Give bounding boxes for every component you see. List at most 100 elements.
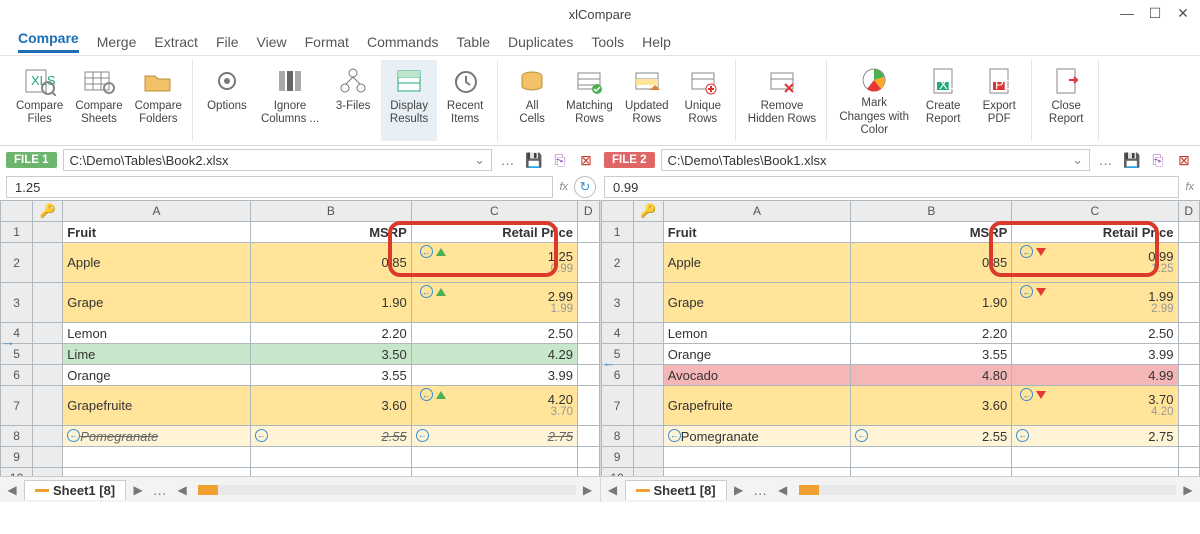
- ribbon-match-button[interactable]: Matching Rows: [560, 60, 619, 141]
- column-header[interactable]: C: [411, 201, 577, 222]
- sheet-tab[interactable]: Sheet1 [8]: [24, 480, 126, 500]
- maximize-button[interactable]: ☐: [1144, 4, 1166, 22]
- scroll-left-button[interactable]: ◀: [174, 483, 190, 497]
- table-row[interactable]: 8← Pomegranate← 2.55← 2.75: [601, 426, 1200, 447]
- ribbon-close-report-button[interactable]: Close Report: [1038, 60, 1094, 141]
- column-header[interactable]: C: [1012, 201, 1178, 222]
- table-row[interactable]: 5Orange3.553.99: [601, 344, 1200, 365]
- column-header[interactable]: D: [578, 201, 599, 222]
- column-header[interactable]: B: [250, 201, 411, 222]
- fx-icon[interactable]: fx: [559, 181, 568, 193]
- ribbon-3files-button[interactable]: 3-Files: [325, 60, 381, 141]
- menu-merge[interactable]: Merge: [97, 34, 137, 50]
- file1-save-icon[interactable]: 💾: [524, 150, 544, 170]
- table-row[interactable]: 3Grape1.90←1.992.99: [601, 283, 1200, 323]
- table-row[interactable]: 9: [601, 447, 1200, 468]
- column-header[interactable]: A: [663, 201, 851, 222]
- sheet-more-button[interactable]: …: [751, 480, 771, 500]
- change-arrow-icon: ←: [420, 245, 433, 258]
- ribbon-unique-button[interactable]: Unique Rows: [675, 60, 731, 141]
- color-icon: [857, 64, 891, 95]
- sheet-next-button[interactable]: ▶: [731, 483, 747, 497]
- file2-more-button[interactable]: …: [1096, 150, 1116, 170]
- fx-icon[interactable]: fx: [1185, 181, 1194, 193]
- ribbon-folders-button[interactable]: Compare Folders: [129, 60, 188, 141]
- increase-icon: [436, 288, 446, 296]
- row-arrow-icon[interactable]: ←: [603, 355, 616, 370]
- horizontal-scrollbar[interactable]: [799, 485, 1176, 495]
- file2-close-icon[interactable]: ⊠: [1174, 150, 1194, 170]
- ribbon-report-xls-button[interactable]: XLSCreate Report: [915, 60, 971, 141]
- file2-save-icon[interactable]: 💾: [1122, 150, 1142, 170]
- key-icon: 🔑: [40, 203, 56, 218]
- ribbon-report-pdf-button[interactable]: PDFExport PDF: [971, 60, 1027, 141]
- table-row[interactable]: 6Orange3.553.99: [1, 365, 600, 386]
- file2-path-input[interactable]: C:\Demo\Tables\Book1.xlsx ⌄: [661, 149, 1090, 171]
- ribbon-sheets-button[interactable]: Compare Sheets: [69, 60, 128, 141]
- ribbon-allcells-button[interactable]: All Cells: [504, 60, 560, 141]
- scroll-left-button[interactable]: ◀: [775, 483, 791, 497]
- menu-tools[interactable]: Tools: [591, 34, 624, 50]
- formula-bar-left[interactable]: 1.25: [6, 176, 553, 198]
- key-icon: 🔑: [640, 203, 656, 218]
- table-row[interactable]: 10: [601, 468, 1200, 477]
- ribbon-updated-button[interactable]: Updated Rows: [619, 60, 675, 141]
- table-row[interactable]: 10: [1, 468, 600, 477]
- ribbon-recent-button[interactable]: Recent Items: [437, 60, 493, 141]
- menu-view[interactable]: View: [257, 34, 287, 50]
- table-row[interactable]: 2Apple0.85←1.250.99: [1, 243, 600, 283]
- sheet-more-button[interactable]: …: [150, 480, 170, 500]
- sheet-prev-button[interactable]: ◀: [605, 483, 621, 497]
- chevron-down-icon[interactable]: ⌄: [474, 152, 485, 168]
- table-row[interactable]: 1FruitMSRPRetail Price: [601, 222, 1200, 243]
- menu-extract[interactable]: Extract: [154, 34, 198, 50]
- decrease-icon: [1036, 391, 1046, 399]
- horizontal-scrollbar[interactable]: [198, 485, 575, 495]
- sheet-next-button[interactable]: ▶: [130, 483, 146, 497]
- scroll-right-button[interactable]: ▶: [1180, 483, 1196, 497]
- file1-close-icon[interactable]: ⊠: [576, 150, 596, 170]
- scroll-right-button[interactable]: ▶: [580, 483, 596, 497]
- menu-duplicates[interactable]: Duplicates: [508, 34, 573, 50]
- menu-help[interactable]: Help: [642, 34, 671, 50]
- menu-table[interactable]: Table: [457, 34, 490, 50]
- file2-saveas-icon[interactable]: ⎘: [1148, 150, 1168, 170]
- menu-commands[interactable]: Commands: [367, 34, 439, 50]
- column-header[interactable]: D: [1178, 201, 1199, 222]
- ribbon-xls-compare-button[interactable]: XLSCompare Files: [10, 60, 69, 141]
- table-row[interactable]: 2Apple0.85←0.991.25: [601, 243, 1200, 283]
- ribbon-remove-button[interactable]: Remove Hidden Rows: [742, 60, 822, 141]
- table-row[interactable]: 8← Pomegranate← 2.55← 2.75: [1, 426, 600, 447]
- file1-saveas-icon[interactable]: ⎘: [550, 150, 570, 170]
- table-row[interactable]: 5Lime3.504.29: [1, 344, 600, 365]
- ribbon-gear-button[interactable]: Options: [199, 60, 255, 141]
- sheet-prev-button[interactable]: ◀: [4, 483, 20, 497]
- table-row[interactable]: 4Lemon2.202.50: [1, 323, 600, 344]
- table-row[interactable]: 7Grapefruite3.60←3.704.20: [601, 386, 1200, 426]
- table-row[interactable]: 1FruitMSRPRetail Price: [1, 222, 600, 243]
- menu-file[interactable]: File: [216, 34, 239, 50]
- file2-path-text: C:\Demo\Tables\Book1.xlsx: [668, 153, 827, 168]
- ribbon-color-button[interactable]: Mark Changes with Color: [833, 60, 915, 141]
- ribbon-results-button[interactable]: Display Results: [381, 60, 437, 141]
- table-row[interactable]: 6Avocado4.804.99: [601, 365, 1200, 386]
- ribbon-columns-button[interactable]: Ignore Columns ...: [255, 60, 325, 141]
- menu-compare[interactable]: Compare: [18, 30, 79, 53]
- table-row[interactable]: 3Grape1.90←2.991.99: [1, 283, 600, 323]
- minimize-button[interactable]: —: [1116, 4, 1138, 22]
- column-header[interactable]: A: [63, 201, 251, 222]
- menu-format[interactable]: Format: [305, 34, 349, 50]
- svg-text:XLS: XLS: [939, 77, 958, 92]
- table-row[interactable]: 9: [1, 447, 600, 468]
- sync-button[interactable]: ↻: [574, 176, 596, 198]
- table-row[interactable]: 4Lemon2.202.50: [601, 323, 1200, 344]
- sheet-tab[interactable]: Sheet1 [8]: [625, 480, 727, 500]
- column-header[interactable]: B: [851, 201, 1012, 222]
- row-arrow-icon[interactable]: →: [2, 334, 15, 349]
- file1-path-input[interactable]: C:\Demo\Tables\Book2.xlsx ⌄: [63, 149, 492, 171]
- file1-more-button[interactable]: …: [498, 150, 518, 170]
- formula-bar-right[interactable]: 0.99: [604, 176, 1179, 198]
- table-row[interactable]: 7Grapefruite3.60←4.203.70: [1, 386, 600, 426]
- chevron-down-icon[interactable]: ⌄: [1072, 152, 1083, 168]
- close-button[interactable]: ✕: [1172, 4, 1194, 22]
